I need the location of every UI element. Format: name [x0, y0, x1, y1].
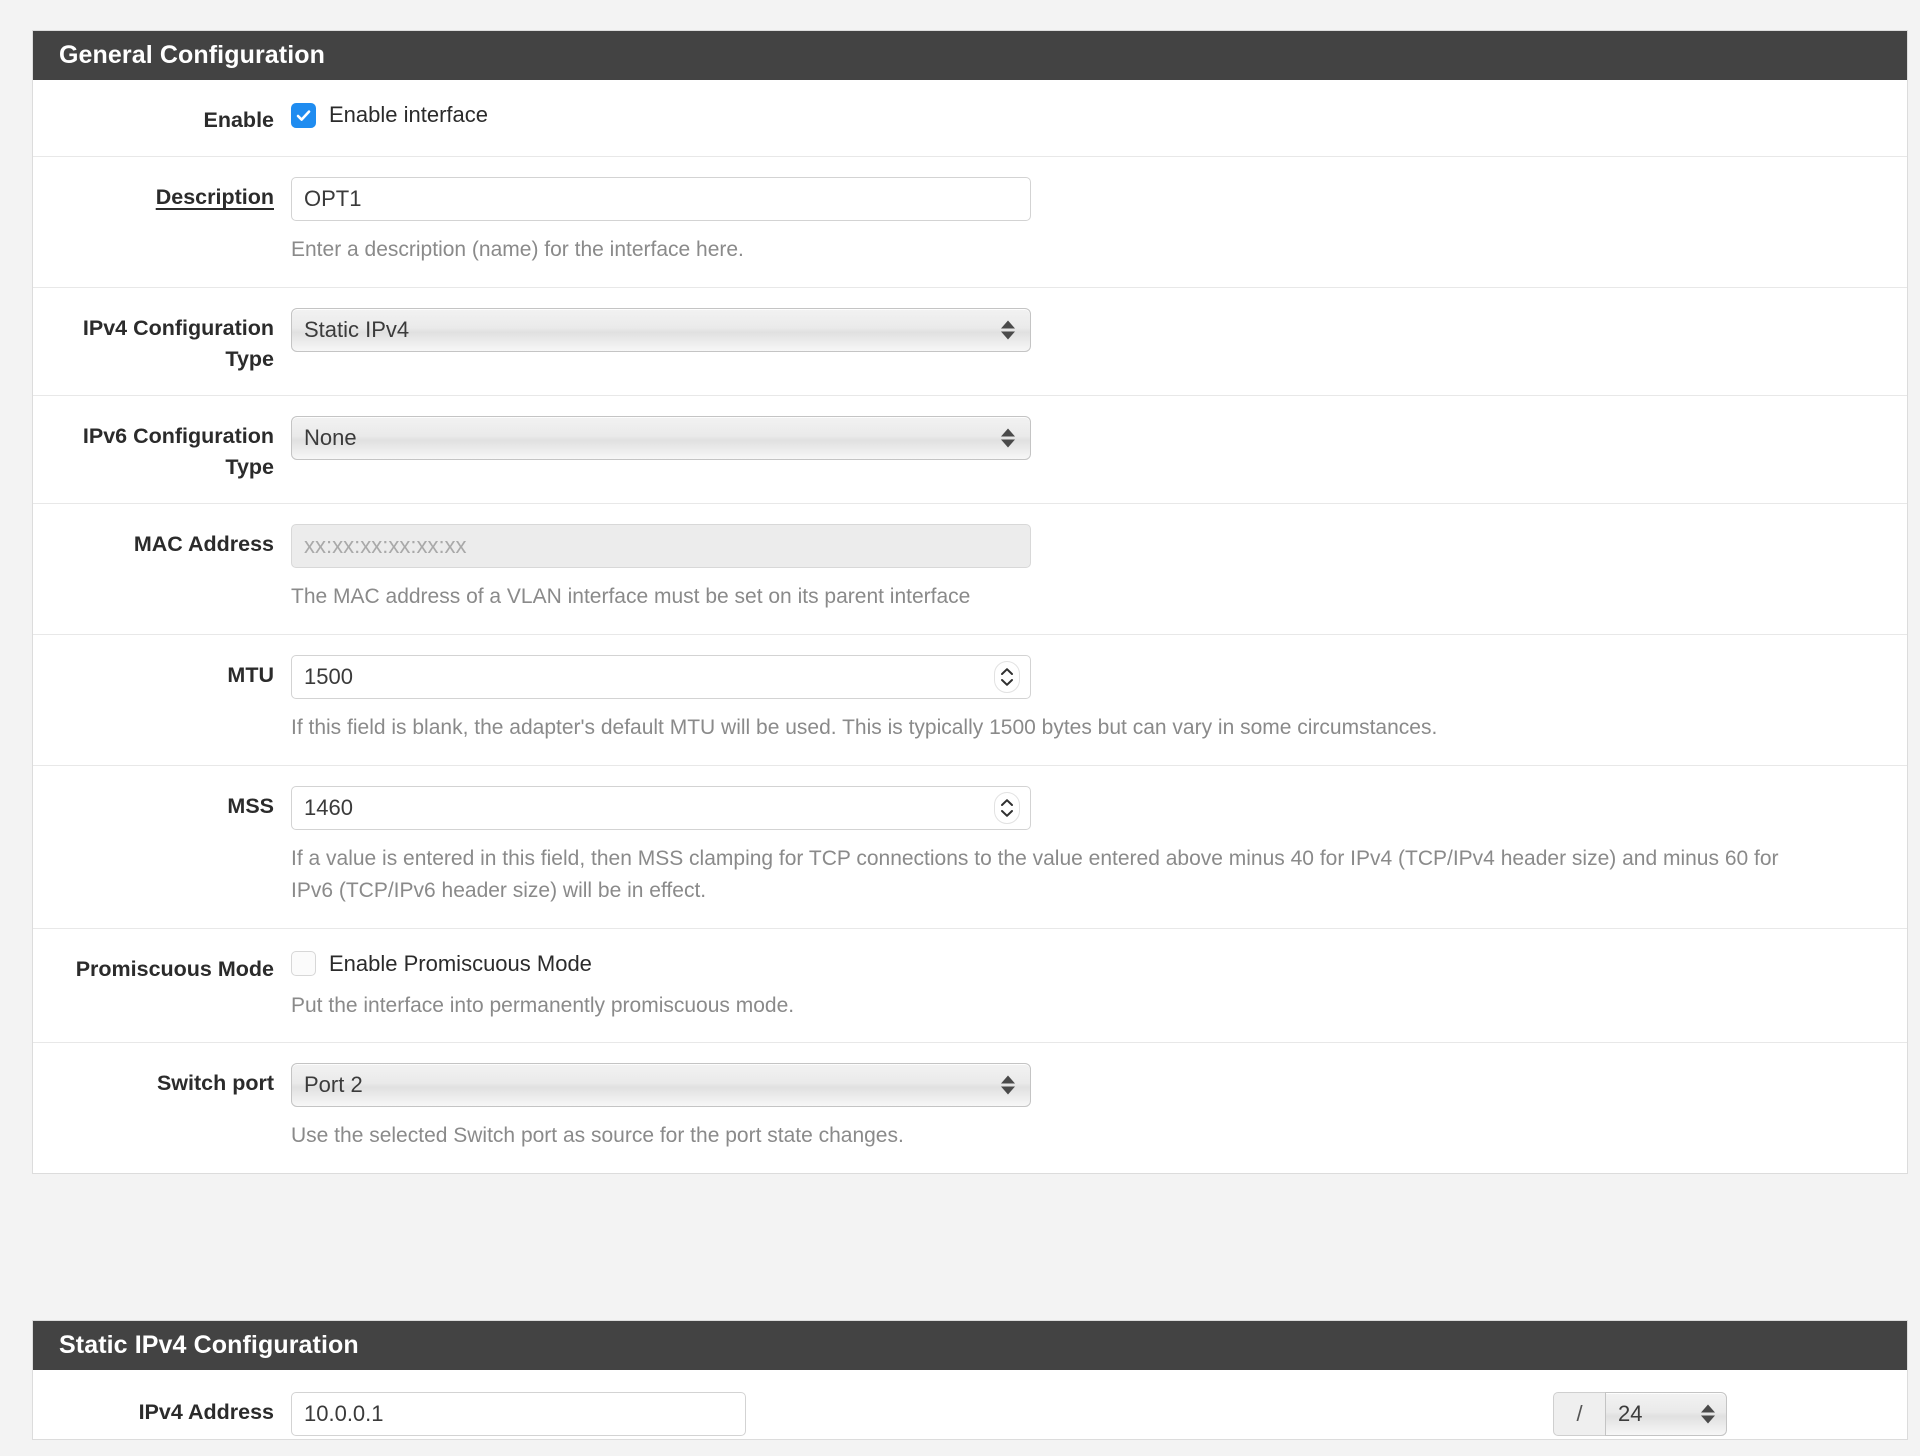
- label-mss-text: MSS: [227, 793, 274, 818]
- enable-interface-checkbox-line[interactable]: Enable interface: [291, 100, 1881, 128]
- switch-port-select[interactable]: Port 2: [291, 1063, 1031, 1108]
- chevron-down-icon[interactable]: [1000, 678, 1014, 687]
- label-ipv4-config-type: IPv4 Configuration Type: [33, 308, 291, 375]
- enable-interface-label: Enable interface: [329, 102, 488, 127]
- mtu-stepper[interactable]: [994, 660, 1020, 693]
- label-mac-address-text: MAC Address: [133, 532, 274, 557]
- ipv4-config-type-value: Static IPv4: [291, 307, 1031, 352]
- control-enable: Enable interface: [291, 100, 1907, 128]
- label-ipv6-config-type-text: IPv6 Configuration Type: [82, 424, 274, 480]
- chevron-up-icon[interactable]: [1000, 798, 1014, 807]
- label-mac-address: MAC Address: [33, 524, 291, 560]
- description-input[interactable]: [291, 177, 1031, 222]
- control-mss: If a value is entered in this field, the…: [291, 785, 1907, 908]
- label-enable: Enable: [33, 100, 291, 136]
- ipv4-prefix-separator: /: [1553, 1392, 1605, 1436]
- label-mtu: MTU: [33, 655, 291, 691]
- row-enable: Enable Enable interface: [33, 80, 1907, 158]
- row-ipv6-config-type: IPv6 Configuration Type None: [33, 396, 1907, 505]
- checkmark-icon: [296, 109, 311, 121]
- mac-address-input: [291, 524, 1031, 569]
- mss-input[interactable]: [291, 785, 1031, 830]
- mtu-number-field[interactable]: [291, 654, 1031, 699]
- row-ipv4-config-type: IPv4 Configuration Type Static IPv4: [33, 288, 1907, 397]
- mtu-input[interactable]: [291, 654, 1031, 699]
- static-ipv4-configuration-body: IPv4 Address / 24: [33, 1370, 1907, 1456]
- row-promiscuous-mode: Promiscuous Mode Enable Promiscuous Mode…: [33, 929, 1907, 1044]
- ipv4-prefix-value: 24: [1605, 1392, 1727, 1436]
- row-mss: MSS If a value is: [33, 766, 1907, 929]
- row-mac-address: MAC Address The MAC address of a VLAN in…: [33, 504, 1907, 635]
- mac-address-help: The MAC address of a VLAN interface must…: [291, 585, 971, 609]
- ipv6-config-type-value: None: [291, 416, 1031, 461]
- chevron-down-icon[interactable]: [1000, 809, 1014, 818]
- label-description: Description: [33, 177, 291, 213]
- row-description: Description Enter a description (name) f…: [33, 157, 1907, 288]
- mss-number-field[interactable]: [291, 785, 1031, 830]
- interface-config-page: General Configuration Enable Enable inte…: [0, 0, 1920, 1440]
- mss-stepper[interactable]: [994, 791, 1020, 824]
- general-configuration-panel: General Configuration Enable Enable inte…: [32, 30, 1908, 1174]
- static-ipv4-configuration-panel: Static IPv4 Configuration IPv4 Address /…: [32, 1320, 1908, 1440]
- mtu-help: If this field is blank, the adapter's de…: [291, 715, 1438, 739]
- control-description: Enter a description (name) for the inter…: [291, 177, 1907, 267]
- row-mtu: MTU If this field: [33, 635, 1907, 766]
- enable-interface-checkbox[interactable]: [291, 102, 316, 128]
- label-mss: MSS: [33, 786, 291, 822]
- promiscuous-mode-help: Put the interface into permanently promi…: [291, 993, 795, 1017]
- label-enable-text: Enable: [203, 108, 275, 132]
- static-ipv4-configuration-heading: Static IPv4 Configuration: [33, 1321, 1907, 1370]
- promiscuous-mode-checkbox-line[interactable]: Enable Promiscuous Mode: [291, 949, 1881, 977]
- switch-port-help: Use the selected Switch port as source f…: [291, 1124, 904, 1148]
- label-switch-port-text: Switch port: [156, 1071, 274, 1096]
- label-ipv4-config-type-text: IPv4 Configuration Type: [82, 315, 274, 371]
- mss-help: If a value is entered in this field, the…: [291, 846, 1779, 903]
- switch-port-value: Port 2: [291, 1063, 1031, 1108]
- chevron-up-icon[interactable]: [1000, 667, 1014, 676]
- ipv4-prefix-select[interactable]: 24: [1605, 1392, 1727, 1436]
- label-promiscuous-mode-text: Promiscuous Mode: [75, 956, 274, 981]
- control-ipv4-address: / 24: [291, 1392, 1907, 1436]
- promiscuous-mode-checkbox[interactable]: [291, 951, 316, 977]
- description-help: Enter a description (name) for the inter…: [291, 238, 744, 262]
- control-mac-address: The MAC address of a VLAN interface must…: [291, 524, 1907, 614]
- control-ipv4-config-type: Static IPv4: [291, 307, 1907, 352]
- ipv4-address-input[interactable]: [291, 1392, 746, 1436]
- ipv4-prefix-group: / 24: [1553, 1392, 1727, 1436]
- label-mtu-text: MTU: [227, 662, 274, 687]
- label-description-text: Description: [155, 185, 274, 210]
- label-ipv4-address: IPv4 Address: [33, 1392, 291, 1428]
- promiscuous-mode-label: Enable Promiscuous Mode: [329, 950, 592, 976]
- row-ipv4-address: IPv4 Address / 24: [33, 1370, 1907, 1456]
- label-ipv4-address-text: IPv4 Address: [138, 1400, 274, 1424]
- row-switch-port: Switch port Port 2 Use the selected Swit…: [33, 1043, 1907, 1173]
- label-ipv6-config-type: IPv6 Configuration Type: [33, 416, 291, 483]
- control-promiscuous-mode: Enable Promiscuous Mode Put the interfac…: [291, 949, 1907, 1023]
- control-mtu: If this field is blank, the adapter's de…: [291, 654, 1907, 745]
- control-switch-port: Port 2 Use the selected Switch port as s…: [291, 1063, 1907, 1153]
- label-promiscuous-mode: Promiscuous Mode: [33, 949, 291, 985]
- ipv4-config-type-select[interactable]: Static IPv4: [291, 307, 1031, 352]
- ipv4-address-group: / 24: [291, 1392, 1881, 1436]
- general-configuration-body: Enable Enable interface Description OPT1…: [33, 80, 1907, 1173]
- control-ipv6-config-type: None: [291, 416, 1907, 461]
- ipv6-config-type-select[interactable]: None: [291, 416, 1031, 461]
- label-switch-port: Switch port: [33, 1063, 291, 1099]
- general-configuration-heading: General Configuration: [33, 31, 1907, 80]
